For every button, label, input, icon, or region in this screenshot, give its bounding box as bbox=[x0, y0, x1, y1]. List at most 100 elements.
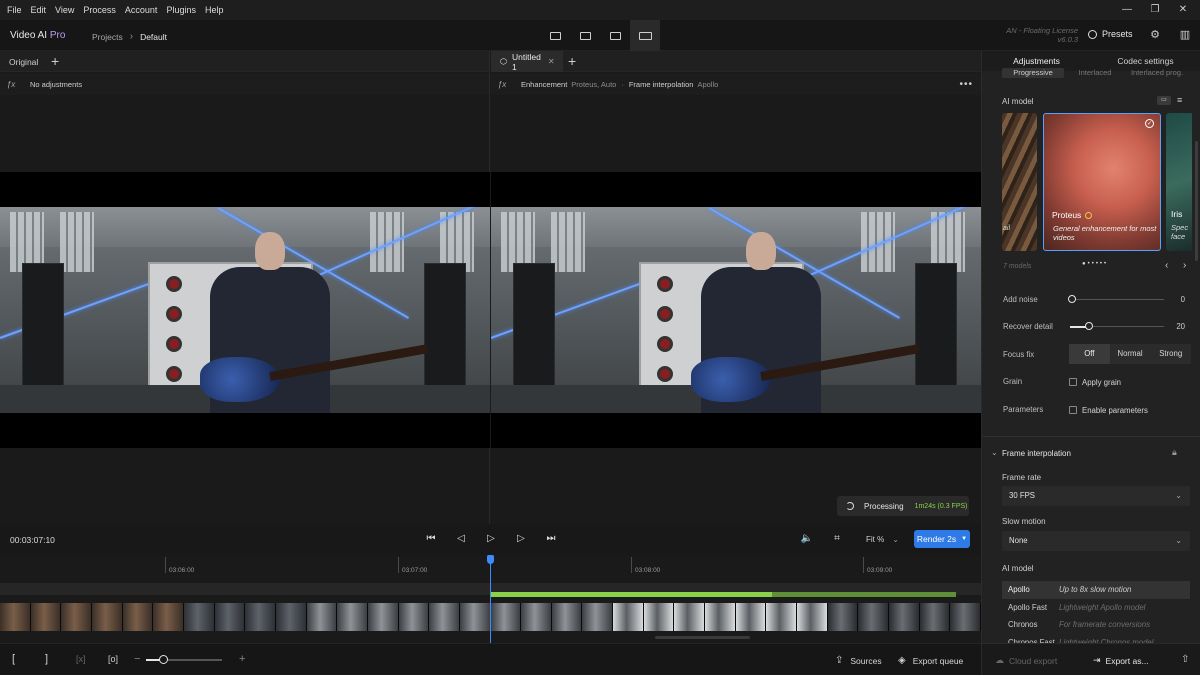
enable-parameters-label[interactable]: Enable parameters bbox=[1082, 406, 1148, 415]
panel-scrollbar[interactable] bbox=[1195, 141, 1198, 261]
share-icon[interactable]: ⇧ bbox=[1181, 654, 1189, 665]
zoom-in-icon[interactable]: + bbox=[239, 653, 245, 665]
grid-view-icon[interactable]: ▭ bbox=[1157, 96, 1171, 105]
breadcrumb: Projects › Default bbox=[92, 31, 167, 42]
add-noise-knob[interactable] bbox=[1068, 295, 1076, 303]
restore-icon[interactable]: ❐ bbox=[1148, 3, 1162, 17]
focus-fix-normal[interactable]: Normal bbox=[1110, 344, 1151, 364]
add-icon[interactable]: + bbox=[568, 54, 576, 68]
presets-icon bbox=[1088, 29, 1097, 39]
mute-icon[interactable]: 🔈 bbox=[800, 532, 814, 546]
stack-icon: ◈ bbox=[898, 655, 906, 666]
menu-file[interactable]: File bbox=[7, 5, 22, 15]
slow-motion-label: Slow motion bbox=[1002, 517, 1046, 526]
step-back-icon[interactable]: ◁ bbox=[454, 532, 468, 546]
step-forward-icon[interactable]: ▷ bbox=[514, 532, 528, 546]
timeline-thumbnail bbox=[521, 603, 552, 631]
tick-label: 03:07:00 bbox=[402, 567, 428, 574]
collapse-chevron-icon[interactable]: ⌄ bbox=[991, 448, 998, 457]
preview-video[interactable] bbox=[491, 172, 981, 448]
mark-in-icon[interactable]: [ bbox=[12, 653, 15, 665]
add-icon[interactable]: + bbox=[51, 54, 59, 68]
tab-close-icon[interactable]: ✕ bbox=[548, 57, 555, 66]
cached-range bbox=[772, 592, 956, 597]
preview-adjustments-bar: ƒx Enhancement Proteus, Auto · Frame int… bbox=[491, 73, 981, 95]
minimize-icon[interactable]: — bbox=[1120, 3, 1134, 17]
playhead[interactable] bbox=[487, 555, 494, 643]
export-as-button[interactable]: ⇥ Export as... bbox=[1093, 655, 1149, 666]
mark-out-icon[interactable]: ] bbox=[45, 653, 48, 665]
menu-plugins[interactable]: Plugins bbox=[166, 5, 196, 15]
play-icon[interactable]: ▷ bbox=[484, 532, 498, 546]
menu-help[interactable]: Help bbox=[205, 5, 224, 15]
breadcrumb-projects[interactable]: Projects bbox=[92, 32, 123, 42]
slow-motion-select[interactable]: None ⌄ bbox=[1002, 531, 1190, 551]
fi-model-chronos[interactable]: Chronos For framerate conversions bbox=[1002, 616, 1190, 634]
render-button[interactable]: Render 2s ▼ bbox=[914, 530, 970, 548]
menu-account[interactable]: Account bbox=[125, 5, 158, 15]
close-icon[interactable]: ✕ bbox=[1176, 3, 1190, 17]
model-card-proteus[interactable]: ✓ Proteus General enhancement for most v… bbox=[1043, 113, 1161, 251]
timeline-thumbnail bbox=[153, 603, 184, 631]
menu-edit[interactable]: Edit bbox=[31, 5, 47, 15]
frame-rate-label: Frame rate bbox=[1002, 473, 1042, 482]
menu-process[interactable]: Process bbox=[83, 5, 116, 15]
grain-label: Grain bbox=[1003, 377, 1023, 386]
fi-model-apollo-fast[interactable]: Apollo Fast Lightweight Apollo model bbox=[1002, 599, 1190, 617]
focus-fix-strong[interactable]: Strong bbox=[1150, 344, 1191, 364]
processing-status[interactable]: Processing 1m24s (0.3 FPS) bbox=[837, 496, 969, 516]
view-single-button[interactable] bbox=[570, 20, 600, 51]
scan-interlaced-prog[interactable]: Interlaced prog. bbox=[1126, 68, 1188, 78]
skip-to-start-icon[interactable]: ⏮ bbox=[424, 532, 438, 546]
chevron-left-icon[interactable]: ‹ bbox=[1165, 260, 1168, 271]
tick-label: 03:09:00 bbox=[867, 567, 893, 574]
carousel-dots[interactable]: ●••••• bbox=[1082, 261, 1108, 267]
frame-rate-select[interactable]: 30 FPS ⌄ bbox=[1002, 486, 1190, 506]
tab-untitled[interactable]: ⬡ Untitled 1 ✕ bbox=[491, 51, 563, 72]
model-card-prev[interactable]: ail bbox=[1002, 113, 1037, 251]
frame-interpolation-title[interactable]: Frame interpolation bbox=[1002, 449, 1071, 458]
scan-progressive[interactable]: Progressive bbox=[1002, 68, 1064, 78]
menu-view[interactable]: View bbox=[55, 5, 74, 15]
zoom-out-icon[interactable]: − bbox=[134, 653, 140, 665]
transport-bar: 00:03:07:10 ⏮ ◁ ▷ ▷ ⏭ 🔈 ⌗ Fit % ⌄ Render … bbox=[0, 524, 981, 555]
fit-timeline-icon[interactable]: [o] bbox=[108, 654, 118, 664]
timeline[interactable]: 03:06:00 03:07:00 03:08:00 03:09:00 bbox=[0, 555, 981, 643]
timeline-scrollbar[interactable] bbox=[655, 636, 750, 639]
scan-interlaced[interactable]: Interlaced bbox=[1064, 68, 1126, 78]
list-view-icon[interactable]: ≡ bbox=[1177, 95, 1182, 105]
video-frame bbox=[0, 207, 490, 413]
recover-detail-knob[interactable] bbox=[1085, 322, 1093, 330]
model-card-iris[interactable]: Iris Spec face bbox=[1166, 113, 1192, 251]
view-single-zoom-button[interactable] bbox=[540, 20, 570, 51]
apply-grain-label[interactable]: Apply grain bbox=[1082, 378, 1121, 387]
presets-button[interactable]: Presets bbox=[1088, 29, 1133, 39]
view-side-by-side-button[interactable] bbox=[630, 20, 660, 51]
zoom-slider-knob[interactable] bbox=[159, 655, 168, 664]
gear-icon[interactable]: ⚙ bbox=[1148, 28, 1162, 42]
fi-model-apollo[interactable]: Apollo Up to 8x slow motion bbox=[1002, 581, 1190, 599]
cloud-export-button[interactable]: ☁ Cloud export bbox=[995, 655, 1057, 666]
export-queue-button[interactable]: ◈ Export queue bbox=[898, 655, 963, 666]
zoom-fit-select[interactable]: Fit % ⌄ bbox=[866, 535, 899, 544]
single-view-icon bbox=[579, 31, 591, 40]
skip-to-end-icon[interactable]: ⏭ bbox=[544, 532, 558, 546]
tick-label: 03:08:00 bbox=[635, 567, 661, 574]
crop-icon[interactable]: ⌗ bbox=[830, 532, 844, 546]
tab-original[interactable]: Original bbox=[0, 51, 47, 72]
chevron-right-icon[interactable]: › bbox=[1183, 260, 1186, 271]
clear-marks-icon[interactable]: [x] bbox=[76, 654, 86, 664]
add-noise-slider[interactable] bbox=[1070, 299, 1164, 300]
apply-grain-checkbox[interactable] bbox=[1069, 378, 1077, 386]
model-carousel[interactable]: ail ✓ Proteus General enhancement for mo… bbox=[1002, 113, 1192, 251]
video-frame bbox=[491, 207, 981, 413]
sources-button[interactable]: ⇪ Sources bbox=[835, 655, 882, 666]
adjustments-summary: No adjustments bbox=[30, 79, 83, 89]
original-video[interactable] bbox=[0, 172, 490, 448]
enable-parameters-checkbox[interactable] bbox=[1069, 406, 1077, 414]
sidebar-toggle-icon[interactable]: ▥ bbox=[1178, 28, 1192, 42]
view-split-button[interactable] bbox=[600, 20, 630, 51]
lock-icon[interactable]: 🔒︎ bbox=[1172, 447, 1177, 458]
more-options-icon[interactable]: ••• bbox=[959, 79, 973, 90]
focus-fix-off[interactable]: Off bbox=[1069, 344, 1110, 364]
